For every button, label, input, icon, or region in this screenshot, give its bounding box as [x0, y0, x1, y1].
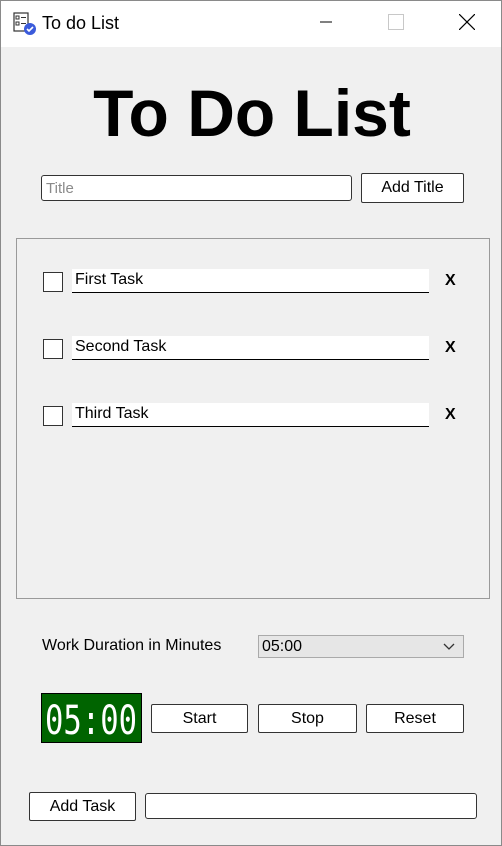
- delete-task-button[interactable]: X: [445, 406, 456, 424]
- delete-task-button[interactable]: X: [445, 272, 456, 290]
- task-list-panel: First Task X Second Task X Third Task X: [16, 238, 490, 599]
- timer-text: 05:00: [45, 698, 137, 742]
- add-task-button[interactable]: Add Task: [29, 792, 136, 821]
- work-duration-value: 05:00: [262, 638, 303, 655]
- maximize-icon: [388, 13, 404, 35]
- task-checkbox[interactable]: [43, 406, 63, 426]
- task-text-field[interactable]: Third Task: [72, 403, 429, 427]
- task-checkbox[interactable]: [43, 272, 63, 292]
- maximize-button[interactable]: [373, 1, 419, 47]
- reset-button[interactable]: Reset: [366, 704, 464, 733]
- chevron-down-icon: [443, 639, 455, 657]
- title-bar: To do List: [1, 1, 501, 47]
- start-button[interactable]: Start: [151, 704, 248, 733]
- task-text-field[interactable]: First Task: [72, 269, 429, 293]
- add-title-button[interactable]: Add Title: [361, 173, 464, 203]
- task-row: Second Task X: [17, 306, 489, 360]
- task-row: Third Task X: [17, 373, 489, 427]
- minimize-icon: [320, 15, 332, 33]
- stop-button[interactable]: Stop: [258, 704, 357, 733]
- task-text-field[interactable]: Second Task: [72, 336, 429, 360]
- timer-display: 05:00: [41, 693, 142, 743]
- work-duration-select[interactable]: 05:00: [258, 635, 464, 658]
- task-row: First Task X: [17, 239, 489, 293]
- new-task-input[interactable]: [145, 793, 477, 819]
- checklist-icon: [13, 12, 37, 36]
- delete-task-button[interactable]: X: [445, 339, 456, 357]
- minimize-button[interactable]: [303, 1, 349, 47]
- close-button[interactable]: [444, 1, 490, 47]
- app-window: To do List To Do List Add Title: [0, 0, 502, 846]
- work-duration-label: Work Duration in Minutes: [42, 637, 222, 654]
- window-title: To do List: [42, 13, 120, 33]
- timer-digits: 05:00: [45, 698, 137, 742]
- page-title: To Do List: [93, 76, 411, 150]
- title-input[interactable]: [41, 175, 352, 201]
- close-icon: [458, 13, 476, 35]
- task-checkbox[interactable]: [43, 339, 63, 359]
